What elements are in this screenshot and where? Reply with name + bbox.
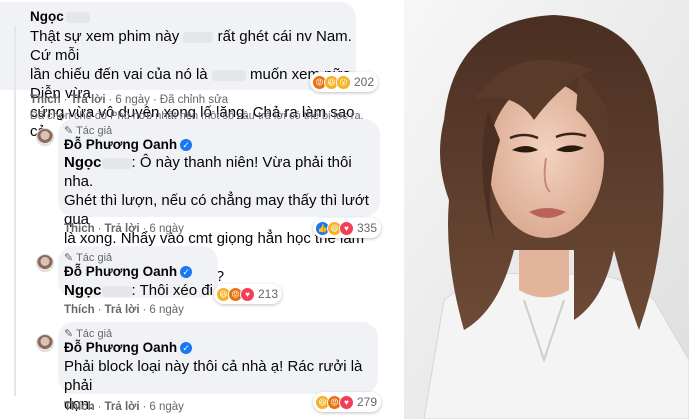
- reaction-count: 202: [354, 75, 375, 89]
- author-name[interactable]: Đỗ Phương Oanh ✓: [64, 264, 193, 279]
- author-avatar[interactable]: [36, 254, 54, 272]
- author-avatar[interactable]: [36, 334, 54, 352]
- timestamp[interactable]: 6 ngày: [115, 94, 150, 106]
- love-react-icon: ♥: [240, 286, 255, 302]
- reaction-count: 279: [357, 395, 378, 409]
- reply-link[interactable]: Trả lời: [71, 94, 106, 106]
- author-avatar[interactable]: [36, 128, 54, 146]
- reaction-summary[interactable]: 😆 😡 ♥ 279: [313, 392, 382, 412]
- comment-actions: Thích · Trả lời · 6 ngày · Đã chỉnh sửa: [30, 94, 229, 106]
- like-link[interactable]: Thích: [64, 401, 95, 413]
- reply-actions: Thích · Trả lời · 6 ngày: [64, 304, 184, 316]
- reply-actions: Thích · Trả lời · 6 ngày: [64, 223, 184, 235]
- reaction-count: 335: [357, 221, 378, 235]
- timestamp[interactable]: 6 ngày: [149, 223, 184, 235]
- reply-actions: Thích · Trả lời · 6 ngày: [64, 401, 184, 413]
- mention[interactable]: Ngọc: [64, 154, 102, 171]
- thread-line: [14, 26, 16, 396]
- portrait-illustration: [404, 0, 689, 419]
- like-link[interactable]: Thích: [64, 304, 95, 316]
- edited-label: Đã chỉnh sửa: [159, 94, 229, 106]
- author-name[interactable]: Đỗ Phương Oanh ✓: [64, 137, 193, 152]
- timestamp[interactable]: 6 ngày: [149, 304, 184, 316]
- reaction-summary[interactable]: 👍 😆 ♥ 335: [313, 218, 382, 238]
- love-react-icon: ♥: [339, 220, 354, 236]
- verified-icon: ✓: [180, 266, 193, 279]
- like-link[interactable]: Thích: [30, 94, 61, 106]
- like-link[interactable]: Thích: [64, 223, 95, 235]
- author-badge: ✎ Tác giả: [64, 328, 113, 340]
- reaction-summary[interactable]: 😡 😆 😮 202: [310, 72, 379, 92]
- love-react-icon: ♥: [339, 394, 354, 410]
- verified-icon: ✓: [180, 139, 193, 152]
- wow-react-icon: 😮: [336, 74, 351, 90]
- reply-link[interactable]: Trả lời: [105, 401, 140, 413]
- author-badge: ✎ Tác giả: [64, 252, 113, 264]
- timestamp[interactable]: 6 ngày: [149, 401, 184, 413]
- reaction-count: 213: [258, 287, 279, 301]
- portrait-photo: [404, 0, 689, 419]
- author-name[interactable]: Đỗ Phương Oanh ✓: [64, 340, 193, 355]
- mention[interactable]: Ngọc: [64, 282, 102, 299]
- author-badge: ✎ Tác giả: [64, 125, 113, 137]
- comments-panel: Ngọc Thật sự xem phim này rất ghét cái n…: [0, 0, 404, 419]
- reply-link[interactable]: Trả lời: [105, 223, 140, 235]
- verified-icon: ✓: [180, 342, 193, 355]
- reaction-summary[interactable]: 😆 😡 ♥ 213: [214, 284, 283, 304]
- reply-link[interactable]: Trả lời: [105, 304, 140, 316]
- commenter-name[interactable]: Ngọc: [30, 9, 90, 24]
